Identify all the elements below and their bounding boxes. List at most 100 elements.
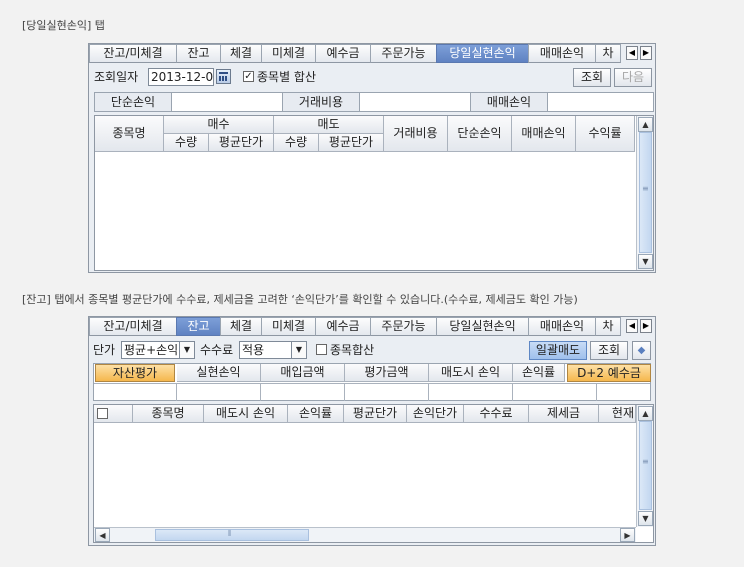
tab-filled[interactable]: 체결: [220, 44, 262, 63]
bulk-sell-button[interactable]: 일괄매도: [529, 341, 587, 360]
tab-trade-pl[interactable]: 매매손익: [528, 317, 596, 336]
tab-unfilled[interactable]: 미체결: [261, 44, 316, 63]
asset-eval-button[interactable]: 자산평가: [95, 364, 175, 382]
date-input[interactable]: 2013-12-06: [148, 68, 214, 86]
horizontal-scroll-grip-icon: ⦀: [228, 529, 232, 538]
scroll-grip-icon: ≡: [642, 184, 649, 193]
header-stock-name: 종목명: [95, 116, 164, 152]
tab-trade-pl[interactable]: 매매손익: [528, 44, 596, 63]
horizontal-scroll-thumb[interactable]: [155, 529, 309, 541]
header-realized-pl: 실현손익: [177, 364, 261, 382]
tab-deposit[interactable]: 예수금: [315, 44, 371, 63]
tab-balance-unfilled[interactable]: 잔고/미체결: [89, 44, 177, 63]
deposit-d2-button[interactable]: D+2 예수금: [567, 364, 651, 382]
tab-scroll-left-icon[interactable]: ◀: [626, 46, 638, 60]
daily-realized-pl-window: 잔고/미체결 잔고 체결 미체결 예수금 주문가능 당일실현손익 매매손익 차 …: [88, 43, 656, 273]
grid-header-sell-pl: 매도시 손익: [204, 405, 288, 423]
grid-header-fee: 수수료: [464, 405, 529, 423]
tab-daily-realized-pl[interactable]: 당일실현손익: [436, 317, 529, 336]
header-eval-amount: 평가금액: [345, 364, 429, 382]
header-simple-pl: 단순손익: [448, 116, 512, 152]
scroll-up-icon[interactable]: ▲: [638, 117, 653, 132]
grid-header-current: 현재: [599, 405, 636, 423]
stock-sum-checkbox[interactable]: ✓: [243, 71, 254, 82]
select-all-checkbox[interactable]: [97, 408, 108, 419]
tab-orderable[interactable]: 주문가능: [370, 317, 437, 336]
tab-daily-realized-pl[interactable]: 당일실현손익: [436, 44, 529, 63]
horizontal-scrollbar[interactable]: ◀ ⦀ ▶: [94, 527, 636, 542]
fee-label: 수수료: [200, 343, 234, 357]
search-button[interactable]: 조회: [590, 341, 628, 360]
scroll-up-icon[interactable]: ▲: [638, 406, 653, 421]
fee-select[interactable]: 적용 ▼: [239, 341, 307, 359]
balance-grid: 종목명 매도시 손익 손익률 평균단가 손익단가 수수료 제세금 현재 ▲ ≡ …: [93, 404, 654, 543]
tab-orderable[interactable]: 주문가능: [370, 44, 437, 63]
header-trade-pl: 매매손익: [512, 116, 576, 152]
header-buy: 매수: [164, 116, 274, 134]
price-select-value: 평균+손익: [124, 343, 179, 357]
header-trade-cost: 거래비용: [384, 116, 448, 152]
header-select-all: [94, 405, 133, 423]
fee-select-value: 적용: [242, 343, 265, 357]
stock-sum-label: 종목합산: [330, 343, 375, 357]
scroll-down-icon[interactable]: ▼: [638, 511, 653, 526]
header-sell-pl: 매도시 손익: [429, 364, 513, 382]
price-dropdown-icon[interactable]: ▼: [179, 342, 194, 358]
tab-scroll-right-icon[interactable]: ▶: [640, 319, 652, 333]
header-buy-avg-price: 평균단가: [209, 134, 274, 152]
header-return-rate: 수익률: [576, 116, 635, 152]
tab-balance[interactable]: 잔고: [176, 44, 221, 63]
search-button[interactable]: 조회: [573, 68, 611, 87]
header-buy-qty: 수량: [164, 134, 209, 152]
simple-pl-value: [172, 93, 282, 111]
scroll-left-icon[interactable]: ◀: [95, 528, 110, 542]
vertical-scrollbar[interactable]: ▲ ≡ ▼: [636, 116, 653, 270]
grid-header-pl-price: 손익단가: [407, 405, 464, 423]
price-label: 단가: [93, 343, 116, 357]
tab-scroll-left-icon[interactable]: ◀: [626, 319, 638, 333]
tab-balance[interactable]: 잔고: [176, 317, 221, 336]
grid-header-tax: 제세금: [529, 405, 599, 423]
trade-cost-label: 거래비용: [282, 93, 360, 111]
header-return-rate: 손익률: [513, 364, 565, 382]
header-sell: 매도: [274, 116, 384, 134]
grid-header-return-rate: 손익률: [288, 405, 344, 423]
scroll-right-icon[interactable]: ▶: [620, 528, 635, 542]
header-sell-qty: 수량: [274, 134, 319, 152]
tab-balance-unfilled[interactable]: 잔고/미체결: [89, 317, 177, 336]
header-buy-amount: 매입금액: [261, 364, 345, 382]
scroll-grip-icon: ≡: [642, 457, 649, 466]
price-select[interactable]: 평균+손익 ▼: [121, 341, 195, 359]
realized-pl-grid: 종목명 매수 수량 평균단가 매도 수량 평균단가 거래비용 단순손익 매매손익…: [94, 115, 654, 271]
next-button[interactable]: 다음: [614, 68, 652, 87]
grid-header-avg-price: 평균단가: [344, 405, 407, 423]
summary-bar: 단순손익 거래비용 매매손익: [94, 92, 654, 112]
header-sell-avg-price: 평균단가: [319, 134, 384, 152]
tab-bar-2: 잔고/미체결 잔고 체결 미체결 예수금 주문가능 당일실현손익 매매손익 차: [89, 317, 655, 336]
fee-dropdown-icon[interactable]: ▼: [291, 342, 306, 358]
asset-summary: 자산평가 실현손익 매입금액 평가금액 매도시 손익 손익률 D+2 예수금: [93, 363, 651, 401]
expand-toggle-icon[interactable]: ◆: [632, 341, 651, 360]
tab-scroll-right-icon[interactable]: ▶: [640, 46, 652, 60]
tab-more[interactable]: 차: [595, 44, 621, 63]
stock-sum-label: 종목별 합산: [257, 70, 317, 84]
tab-deposit[interactable]: 예수금: [315, 317, 371, 336]
date-label: 조회일자: [94, 70, 139, 84]
trade-pl-label: 매매손익: [470, 93, 548, 111]
tab-bar: 잔고/미체결 잔고 체결 미체결 예수금 주문가능 당일실현손익 매매손익 차: [89, 44, 655, 63]
simple-pl-label: 단순손익: [94, 93, 172, 111]
trade-pl-value: [548, 93, 654, 111]
balance-window: 잔고/미체결 잔고 체결 미체결 예수금 주문가능 당일실현손익 매매손익 차 …: [88, 316, 656, 546]
grid-header-stock-name: 종목명: [133, 405, 204, 423]
vertical-scrollbar[interactable]: ▲ ≡ ▼: [636, 405, 653, 527]
summary-values-row: [94, 383, 650, 401]
trade-cost-value: [360, 93, 470, 111]
scroll-down-icon[interactable]: ▼: [638, 254, 653, 269]
tab-more[interactable]: 차: [595, 317, 621, 336]
caption-daily-realized-pl-tab: [당일실현손익] 탭: [22, 19, 105, 32]
calendar-icon[interactable]: [216, 69, 231, 84]
tab-unfilled[interactable]: 미체결: [261, 317, 316, 336]
tab-filled[interactable]: 체결: [220, 317, 262, 336]
stock-sum-checkbox[interactable]: [316, 344, 327, 355]
caption-balance-tab: [잔고] 탭에서 종목별 평균단가에 수수료, 제세금을 고려한 ‘손익단가’를…: [22, 293, 578, 306]
